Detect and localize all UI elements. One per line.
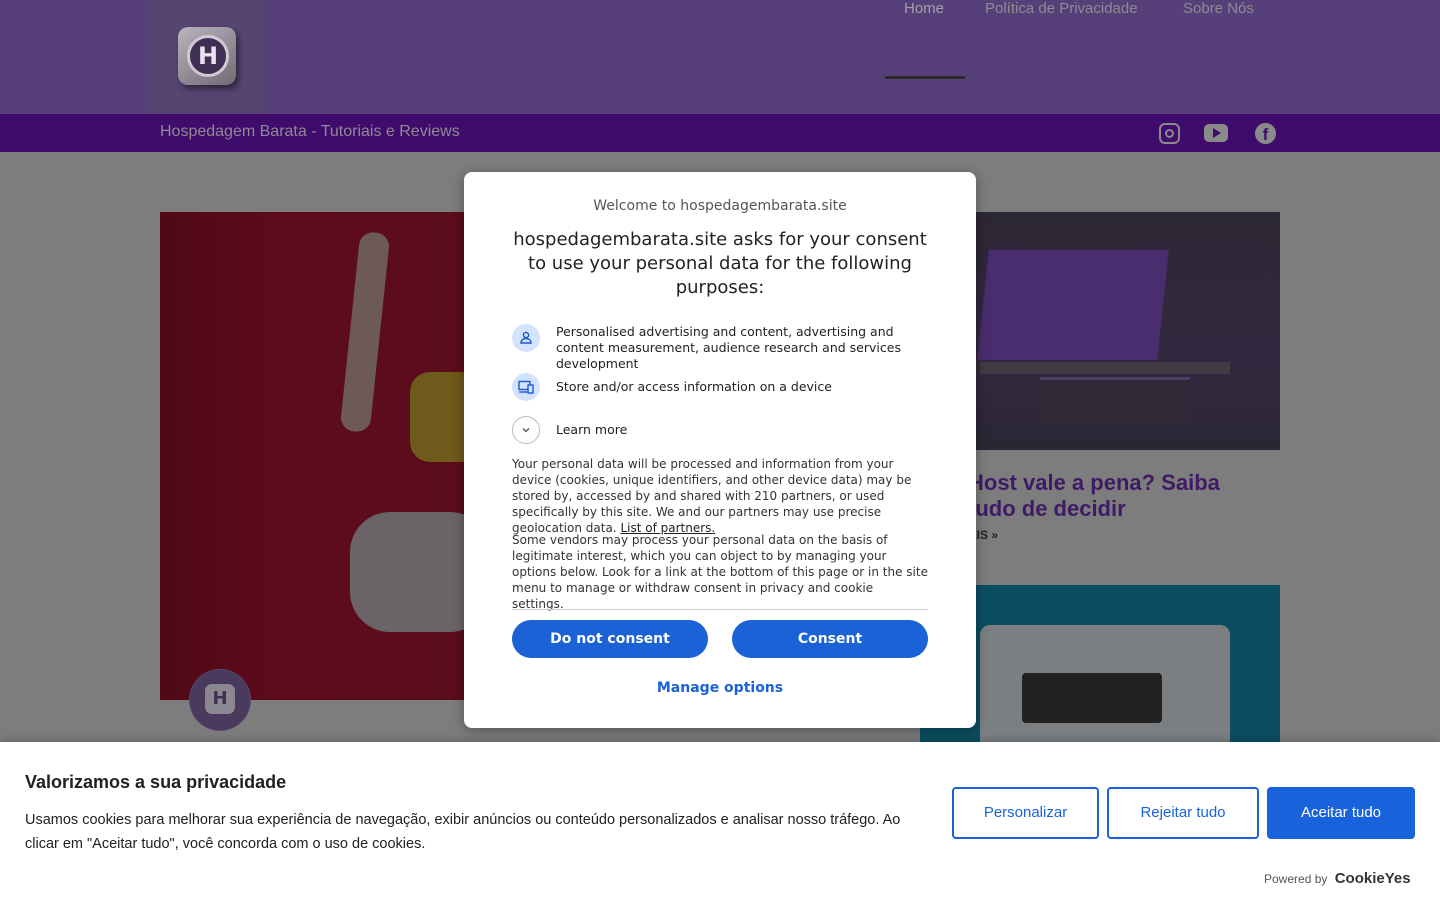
hero-figure-legs: [350, 512, 480, 632]
avatar-letter: H: [205, 684, 235, 714]
customize-button[interactable]: Personalizar: [952, 787, 1099, 839]
author-avatar: H: [190, 670, 250, 730]
consent-divider: [512, 609, 928, 610]
consent-welcome: Welcome to hospedagembarata.site: [593, 198, 847, 214]
site-logo[interactable]: H: [150, 0, 264, 114]
purpose-text: Personalised advertising and content, ad…: [556, 324, 901, 371]
devices-icon: [512, 373, 540, 401]
site-header: H Home Política de Privacidade Sobre Nós: [0, 0, 1440, 114]
learn-more-label: Learn more: [556, 422, 628, 437]
powered-by-label: Powered by: [1264, 872, 1328, 886]
post-card-title[interactable]: Host vale a pena? Saiba tudo de decidir: [968, 470, 1268, 522]
site-subbar: Hospedagem Barata - Tutoriais e Reviews …: [0, 114, 1440, 152]
person-icon: [512, 324, 540, 352]
consent-heading: hospedagembarata.site asks for your cons…: [513, 229, 927, 298]
instagram-icon[interactable]: [1159, 123, 1180, 144]
facebook-icon[interactable]: f: [1255, 123, 1276, 144]
powered-by[interactable]: Powered by CookieYes: [1264, 870, 1411, 887]
logo-letter: H: [187, 35, 229, 77]
do-not-consent-button[interactable]: Do not consent: [512, 620, 708, 658]
nav-privacy-policy[interactable]: Política de Privacidade: [985, 0, 1138, 17]
accept-all-button[interactable]: Aceitar tudo: [1267, 787, 1415, 839]
cookieyes-logo: CookieYes: [1334, 870, 1411, 887]
nav-active-underline: [885, 76, 965, 79]
site-tagline: Hospedagem Barata - Tutoriais e Reviews: [160, 123, 460, 140]
logo-tile: H: [178, 27, 236, 85]
laptop-screen: [977, 250, 1169, 360]
youtube-icon[interactable]: [1204, 124, 1228, 142]
consent-dialog: Welcome to hospedagembarata.site hospeda…: [464, 172, 976, 728]
nav-about-us[interactable]: Sobre Nós: [1183, 0, 1254, 17]
hero-figure-arm: [339, 230, 391, 434]
cookie-banner-title: Valorizamos a sua privacidade: [25, 772, 287, 792]
manage-options-link[interactable]: Manage options: [464, 680, 976, 696]
cookie-banner: Valorizamos a sua privacidade Usamos coo…: [0, 742, 1440, 900]
featured-post-image[interactable]: [160, 212, 480, 700]
consent-paragraph-2: Some vendors may process your personal d…: [512, 533, 928, 611]
books: [1040, 377, 1190, 425]
chevron-down-icon: [512, 416, 540, 444]
reject-all-button[interactable]: Rejeitar tudo: [1107, 787, 1259, 839]
cookie-banner-text: Usamos cookies para melhorar sua experiê…: [25, 812, 901, 852]
consent-button[interactable]: Consent: [732, 620, 928, 658]
keyboard: [1022, 673, 1162, 723]
purpose-text: Store and/or access information on a dev…: [556, 379, 832, 394]
nav-home[interactable]: Home: [904, 0, 944, 17]
laptop-base: [980, 362, 1230, 374]
consent-paragraph-1: Your personal data will be processed and…: [512, 456, 928, 536]
